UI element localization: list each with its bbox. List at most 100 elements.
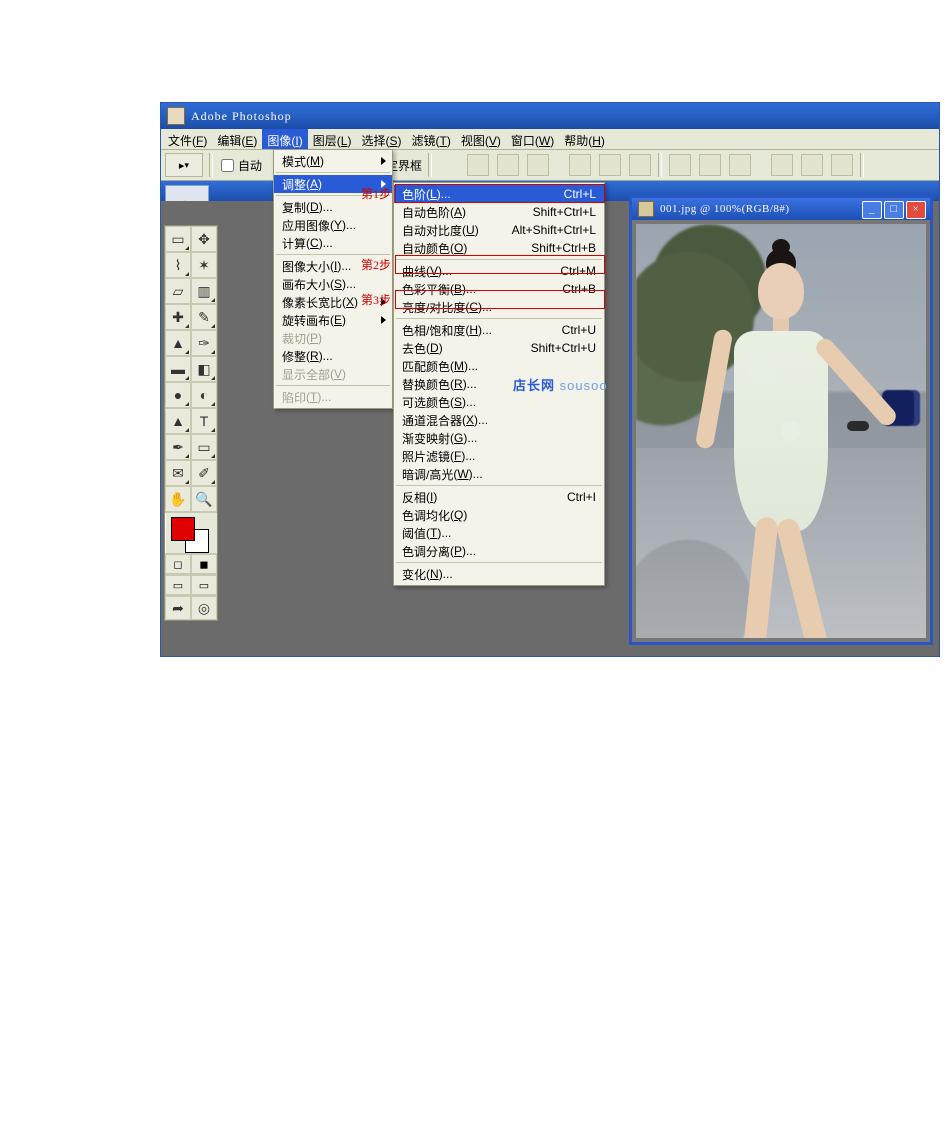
distribute-icon[interactable] [699,154,721,176]
marquee-tool-icon[interactable]: ▭ [165,226,191,252]
pen-tool-icon[interactable]: ✒ [165,434,191,460]
distribute-icon[interactable] [669,154,691,176]
notes-tool-icon[interactable]: ✉ [165,460,191,486]
dodge-tool-icon[interactable]: ◐ [191,382,217,408]
menu-filter[interactable]: 滤镜(T) [406,129,455,149]
align-icon[interactable] [599,154,621,176]
align-icon[interactable] [527,154,549,176]
imageready-icon[interactable]: ◎ [191,596,217,620]
maximize-button[interactable]: □ [884,201,904,219]
heal-tool-icon[interactable]: ✚ [165,304,191,330]
document-canvas[interactable] [636,224,926,638]
type-tool-icon[interactable]: T [191,408,217,434]
zoom-tool-icon[interactable]: 🔍 [191,486,217,512]
blur-tool-icon[interactable]: ● [165,382,191,408]
dropdown-adjust: 色阶(L)...Ctrl+L 自动色阶(A)Shift+Ctrl+L 自动对比度… [393,182,605,586]
mi-mode[interactable]: 模式(M) [274,152,392,170]
mi-canvas-size[interactable]: 画布大小(S)... [274,275,392,293]
eraser-tool-icon[interactable]: ▬ [165,356,191,382]
auto-select-input[interactable] [221,159,234,172]
wand-tool-icon[interactable]: ✶ [191,252,217,278]
mi-rotate-canvas[interactable]: 旋转画布(E) [274,311,392,329]
shape-tool-icon[interactable]: ▭ [191,434,217,460]
mi-duplicate[interactable]: 复制(D)... [274,198,392,216]
hand-tool-icon[interactable]: ✋ [165,486,191,512]
document-window[interactable]: 001.jpg @ 100%(RGB/8#) _ □ × [629,195,933,645]
mi-equalize[interactable]: 色调均化(Q) [394,506,604,524]
mi-auto-levels[interactable]: 自动色阶(A)Shift+Ctrl+L [394,203,604,221]
screen-mode-icon[interactable]: ▭ [191,575,217,595]
menu-view-label: 视图 [461,134,485,148]
mi-invert[interactable]: 反相(I)Ctrl+I [394,488,604,506]
menu-image[interactable]: 图像(I) [262,129,307,149]
mi-apply-image[interactable]: 应用图像(Y)... [274,216,392,234]
tool-preset[interactable]: ▸▾ [165,153,203,177]
menu-window-label: 窗口 [511,134,535,148]
lasso-tool-icon[interactable]: ⌇ [165,252,191,278]
stamp-tool-icon[interactable]: ▲ [165,330,191,356]
quickmask-mode-icon[interactable]: ◼ [191,554,217,574]
align-icon[interactable] [467,154,489,176]
mi-levels[interactable]: 色阶(L)...Ctrl+L [394,185,604,203]
path-select-icon[interactable]: ▲ [165,408,191,434]
mi-replace-color[interactable]: 替换颜色(R)... [394,375,604,393]
mi-curves[interactable]: 曲线(V)...Ctrl+M [394,262,604,280]
mi-channel-mixer[interactable]: 通道混合器(X)... [394,411,604,429]
brush-tool-icon[interactable]: ✎ [191,304,217,330]
eyedropper-tool-icon[interactable]: ✐ [191,460,217,486]
mi-selective-color[interactable]: 可选颜色(S)... [394,393,604,411]
align-icon[interactable] [629,154,651,176]
distribute-icon[interactable] [771,154,793,176]
auto-select-checkbox[interactable]: 自动 [219,157,268,174]
mi-variations[interactable]: 变化(N)... [394,565,604,583]
mi-hue-sat[interactable]: 色相/饱和度(H)...Ctrl+U [394,321,604,339]
mi-posterize[interactable]: 色调分离(P)... [394,542,604,560]
mi-adjust[interactable]: 调整(A) [274,175,392,193]
mi-auto-contrast[interactable]: 自动对比度(U)Alt+Shift+Ctrl+L [394,221,604,239]
menu-select[interactable]: 选择(S) [356,129,406,149]
move-tool-icon[interactable]: ✥ [191,226,217,252]
gradient-tool-icon[interactable]: ◧ [191,356,217,382]
menu-help[interactable]: 帮助(H) [559,129,610,149]
mi-photo-filter[interactable]: 照片滤镜(F)... [394,447,604,465]
minimize-button[interactable]: _ [862,201,882,219]
mi-pixel-aspect[interactable]: 像素长宽比(X) [274,293,392,311]
separator [860,153,864,177]
mi-match-color[interactable]: 匹配颜色(M)... [394,357,604,375]
mi-brightness-contrast[interactable]: 亮度/对比度(C)... [394,298,604,316]
mi-desaturate[interactable]: 去色(D)Shift+Ctrl+U [394,339,604,357]
crop-tool-icon[interactable]: ▱ [165,278,191,304]
menu-edit[interactable]: 编辑(E) [212,129,262,149]
separator [428,153,432,177]
screen-mode-icon[interactable]: ▭ [165,575,191,595]
menu-view[interactable]: 视图(V) [456,129,506,149]
mi-calculations[interactable]: 计算(C)... [274,234,392,252]
separator [658,153,662,177]
distribute-icon[interactable] [831,154,853,176]
mi-crop: 裁切(P) [274,329,392,347]
jump-to-icon[interactable]: ➦ [165,596,191,620]
standard-mode-icon[interactable]: ◻ [165,554,191,574]
mi-shadow-highlight[interactable]: 暗调/高光(W)... [394,465,604,483]
photo-content [636,224,926,638]
distribute-icon[interactable] [801,154,823,176]
mi-trim[interactable]: 修整(R)... [274,347,392,365]
menu-layer[interactable]: 图层(L) [308,129,357,149]
slice-tool-icon[interactable]: ▥ [191,278,217,304]
color-swatches[interactable] [165,512,217,553]
close-button[interactable]: × [906,201,926,219]
document-titlebar[interactable]: 001.jpg @ 100%(RGB/8#) _ □ × [632,198,930,220]
menu-file[interactable]: 文件(F) [163,129,212,149]
menu-window[interactable]: 窗口(W) [506,129,559,149]
app-icon [167,107,185,125]
history-brush-icon[interactable]: ✑ [191,330,217,356]
align-icon[interactable] [497,154,519,176]
mi-image-size[interactable]: 图像大小(I)... [274,257,392,275]
foreground-swatch[interactable] [171,517,195,541]
distribute-icon[interactable] [729,154,751,176]
mi-gradient-map[interactable]: 渐变映射(G)... [394,429,604,447]
mi-threshold[interactable]: 阈值(T)... [394,524,604,542]
mi-auto-color[interactable]: 自动颜色(O)Shift+Ctrl+B [394,239,604,257]
mi-color-balance[interactable]: 色彩平衡(B)...Ctrl+B [394,280,604,298]
align-icon[interactable] [569,154,591,176]
